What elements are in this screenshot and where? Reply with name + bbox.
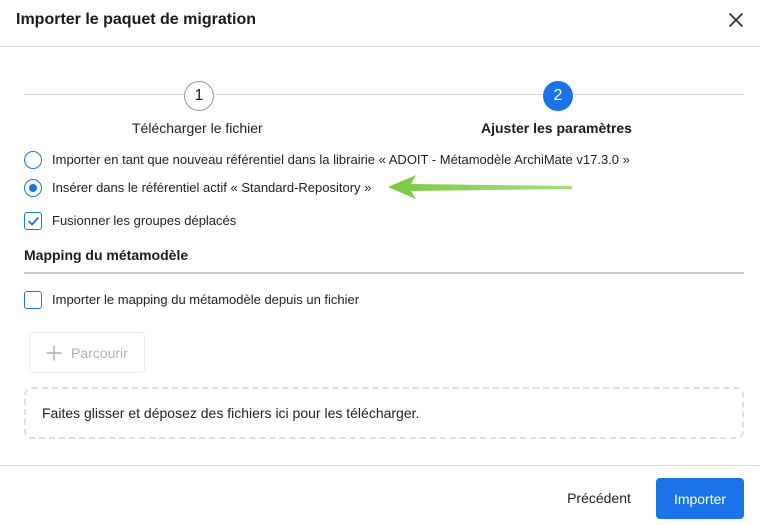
step-2-indicator[interactable]: 2 [543, 81, 573, 111]
checkbox-merge-groups[interactable] [24, 212, 42, 230]
browse-button[interactable]: Parcourir [29, 332, 145, 373]
step-2-label[interactable]: Ajuster les paramètres [481, 120, 632, 136]
mapping-section-title: Mapping du métamodèle [24, 247, 189, 263]
checkbox-import-mapping-label[interactable]: Importer le mapping du métamodèle depuis… [52, 292, 359, 307]
section-divider [24, 272, 744, 274]
radio-new-repository-label[interactable]: Importer en tant que nouveau référentiel… [52, 152, 630, 167]
close-button[interactable] [724, 8, 748, 32]
plus-icon [46, 345, 62, 361]
previous-button[interactable]: Précédent [552, 478, 646, 518]
dialog-footer [0, 465, 760, 525]
checkbox-import-mapping[interactable] [24, 291, 42, 309]
step-1-indicator[interactable]: 1 [184, 81, 214, 111]
radio-new-repository[interactable] [24, 151, 42, 169]
step-1-label[interactable]: Télécharger le fichier [132, 120, 263, 136]
import-button[interactable]: Importer [656, 478, 744, 519]
browse-button-label: Parcourir [71, 345, 128, 361]
checkmark-icon [27, 216, 39, 225]
checkbox-merge-groups-label[interactable]: Fusionner les groupes déplacés [52, 213, 236, 228]
arrow-left-icon [388, 175, 572, 199]
import-migration-dialog: Importer le paquet de migration 1 2 Télé… [0, 0, 760, 524]
file-dropzone[interactable]: Faites glisser et déposez des fichiers i… [24, 387, 744, 439]
radio-insert-active-repository[interactable] [24, 179, 42, 197]
dialog-title: Importer le paquet de migration [16, 11, 257, 28]
close-icon [729, 13, 743, 27]
stepper-line [24, 94, 744, 95]
radio-insert-active-repository-label[interactable]: Insérer dans le référentiel actif « Stan… [52, 180, 371, 195]
dialog-header: Importer le paquet de migration [0, 0, 760, 47]
dropzone-text: Faites glisser et déposez des fichiers i… [42, 405, 420, 421]
